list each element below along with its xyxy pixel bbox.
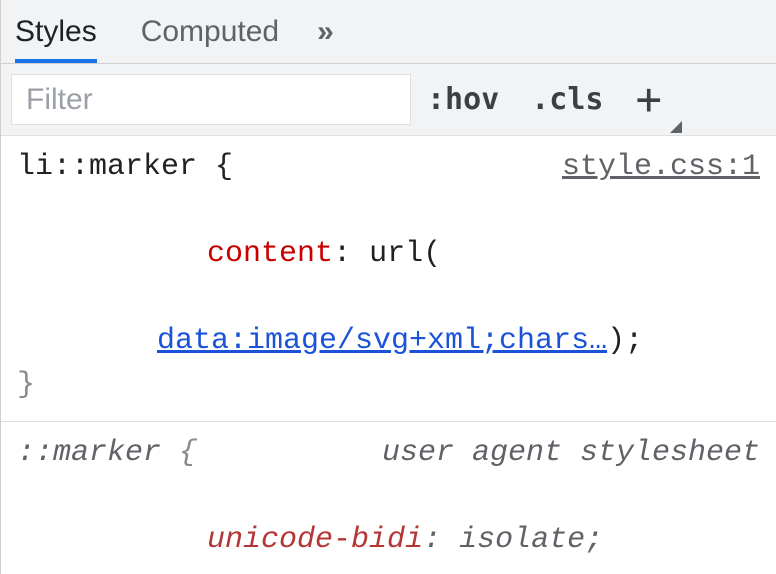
declaration[interactable]: unicode-bidi: isolate;	[17, 476, 760, 574]
selector[interactable]: li::marker	[17, 150, 197, 184]
rules-list: li::marker { style.css:1 content: url( d…	[1, 136, 776, 574]
hov-toggle[interactable]: :hov	[411, 64, 515, 135]
rule-block[interactable]: li::marker { style.css:1 content: url( d…	[1, 136, 776, 422]
cls-toggle[interactable]: .cls	[515, 64, 619, 135]
tab-styles[interactable]: Styles	[15, 0, 97, 63]
stylesheet-origin-link[interactable]: style.css:1	[562, 146, 760, 190]
styles-panel: Styles Computed » :hov .cls + li::marker…	[0, 0, 776, 574]
url-link[interactable]: data:image/svg+xml;chars…	[157, 324, 607, 358]
tabs-bar: Styles Computed »	[1, 0, 776, 64]
open-brace: {	[179, 436, 197, 470]
decl-value: url(	[369, 237, 441, 271]
filter-input[interactable]	[11, 74, 411, 125]
declaration-continuation: data:image/svg+xml;chars…);	[17, 320, 760, 364]
declaration[interactable]: content: url(	[17, 190, 760, 321]
dropdown-corner-icon	[670, 121, 682, 133]
decl-property: unicode-bidi	[207, 523, 423, 557]
rule-selector-line: ::marker {	[17, 432, 197, 476]
decl-value: isolate;	[459, 523, 603, 557]
close-brace: }	[17, 364, 760, 408]
rule-selector-line: li::marker {	[17, 146, 233, 190]
rule-header: ::marker { user agent stylesheet	[17, 432, 760, 476]
stylesheet-origin-text: user agent stylesheet	[382, 432, 760, 476]
new-style-rule-button[interactable]: +	[620, 64, 685, 135]
filter-toolbar: :hov .cls +	[1, 64, 776, 136]
rule-block[interactable]: ::marker { user agent stylesheet unicode…	[1, 422, 776, 574]
tab-computed[interactable]: Computed	[141, 0, 279, 63]
rule-header: li::marker { style.css:1	[17, 146, 760, 190]
open-brace: {	[215, 150, 233, 184]
selector[interactable]: ::marker	[17, 436, 161, 470]
plus-icon: +	[636, 78, 663, 122]
decl-property: content	[207, 237, 333, 271]
more-tabs-icon[interactable]: »	[317, 15, 334, 49]
